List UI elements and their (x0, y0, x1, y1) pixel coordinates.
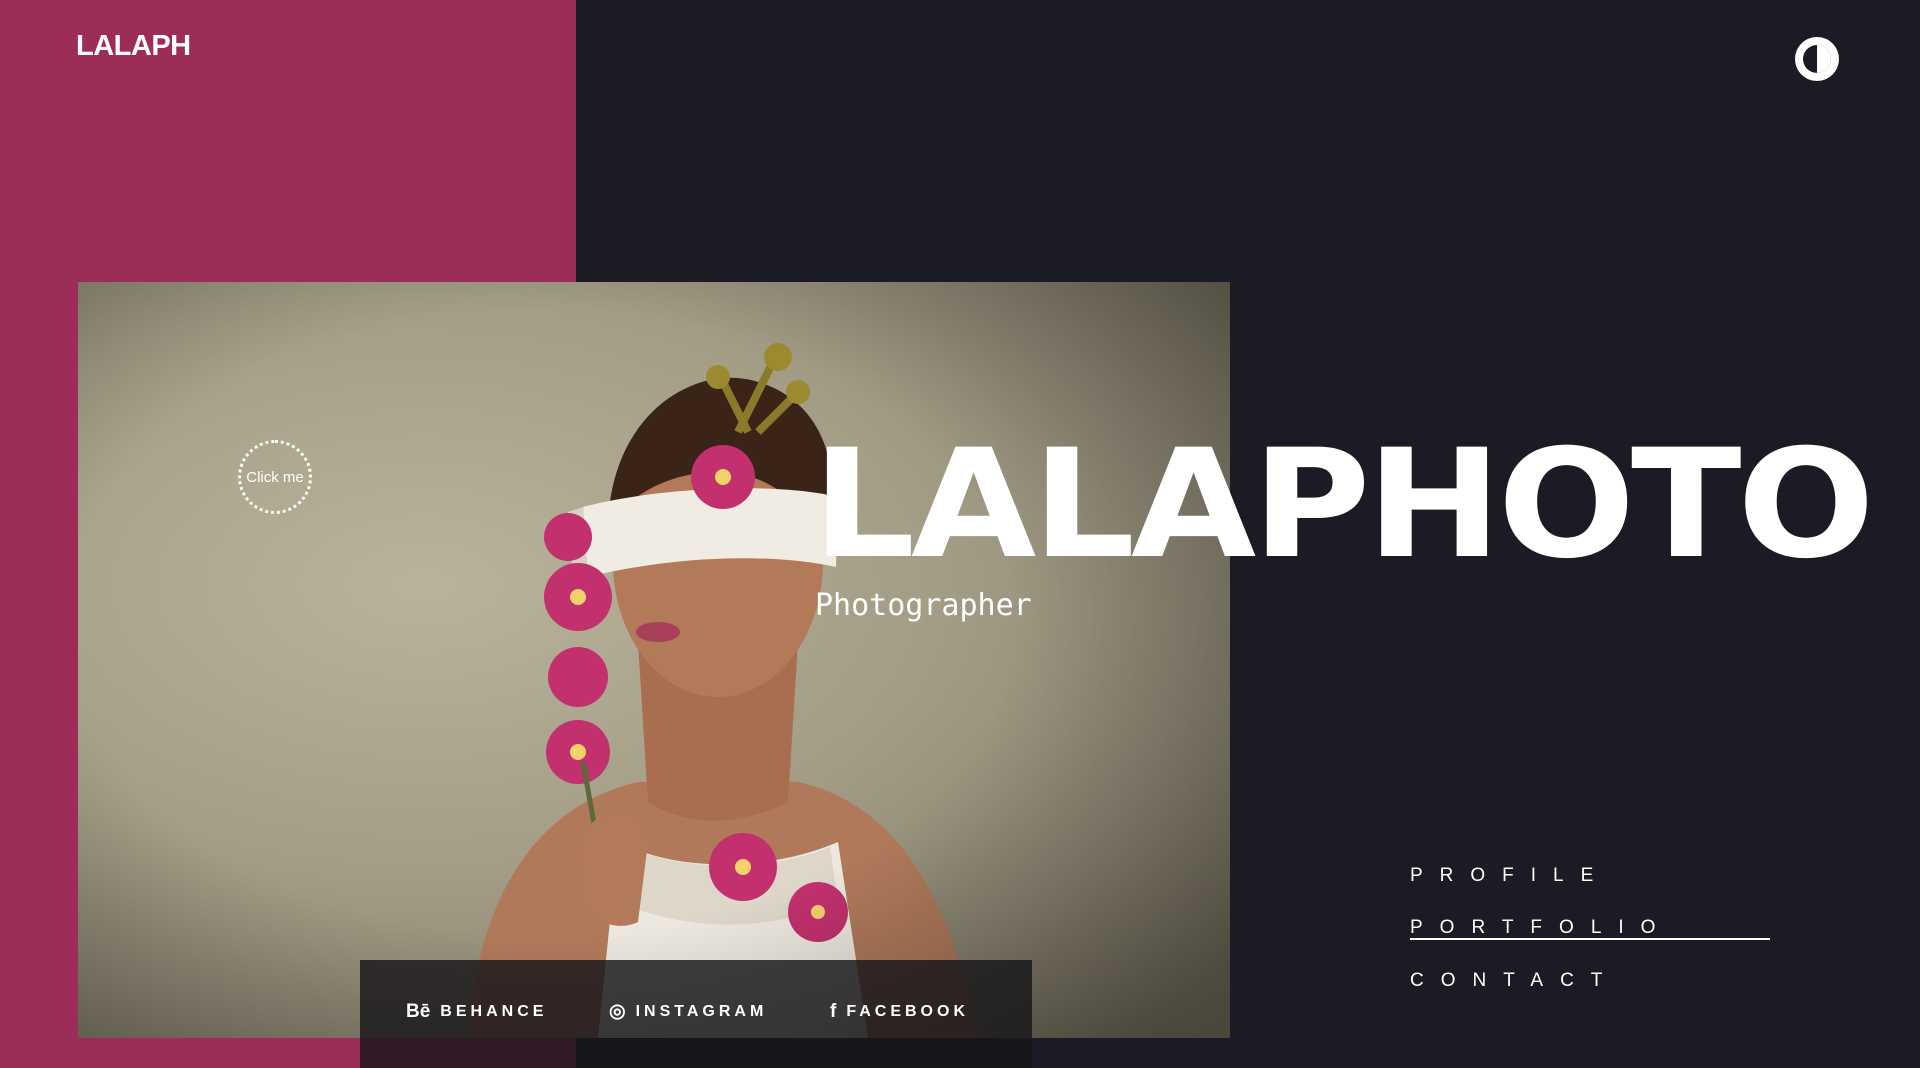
instagram-icon: ◎ (609, 1001, 626, 1022)
hero-photo (78, 282, 1230, 1038)
hero-title: LALAPHOTO (812, 418, 1875, 592)
behance-icon: Bē (406, 1001, 431, 1022)
brand-logo[interactable]: LALAPH (76, 30, 191, 63)
nav-item-profile[interactable]: PROFILE (1410, 865, 1610, 887)
facebook-label: FACEBOOK (846, 1002, 969, 1020)
hero-subtitle: Photographer (815, 588, 1032, 623)
behance-link[interactable]: Bē BEHANCE (406, 1002, 547, 1021)
click-me-button[interactable]: Click me (238, 440, 312, 514)
contrast-icon (1795, 37, 1839, 81)
instagram-label: INSTAGRAM (635, 1002, 768, 1020)
theme-toggle-button[interactable] (1793, 35, 1841, 83)
behance-label: BEHANCE (440, 1002, 548, 1020)
social-links-bar: Bē BEHANCE ◎ INSTAGRAM f FACEBOOK (360, 960, 1032, 1068)
blindfolded-woman-illustration (78, 282, 1230, 1038)
facebook-link[interactable]: f FACEBOOK (830, 1002, 969, 1021)
nav-active-underline (1410, 938, 1770, 940)
instagram-link[interactable]: ◎ INSTAGRAM (609, 1002, 767, 1021)
nav-item-portfolio[interactable]: PORTFOLIO (1410, 917, 1672, 939)
nav-item-contact[interactable]: CONTACT (1410, 970, 1619, 992)
facebook-icon: f (830, 1001, 837, 1022)
